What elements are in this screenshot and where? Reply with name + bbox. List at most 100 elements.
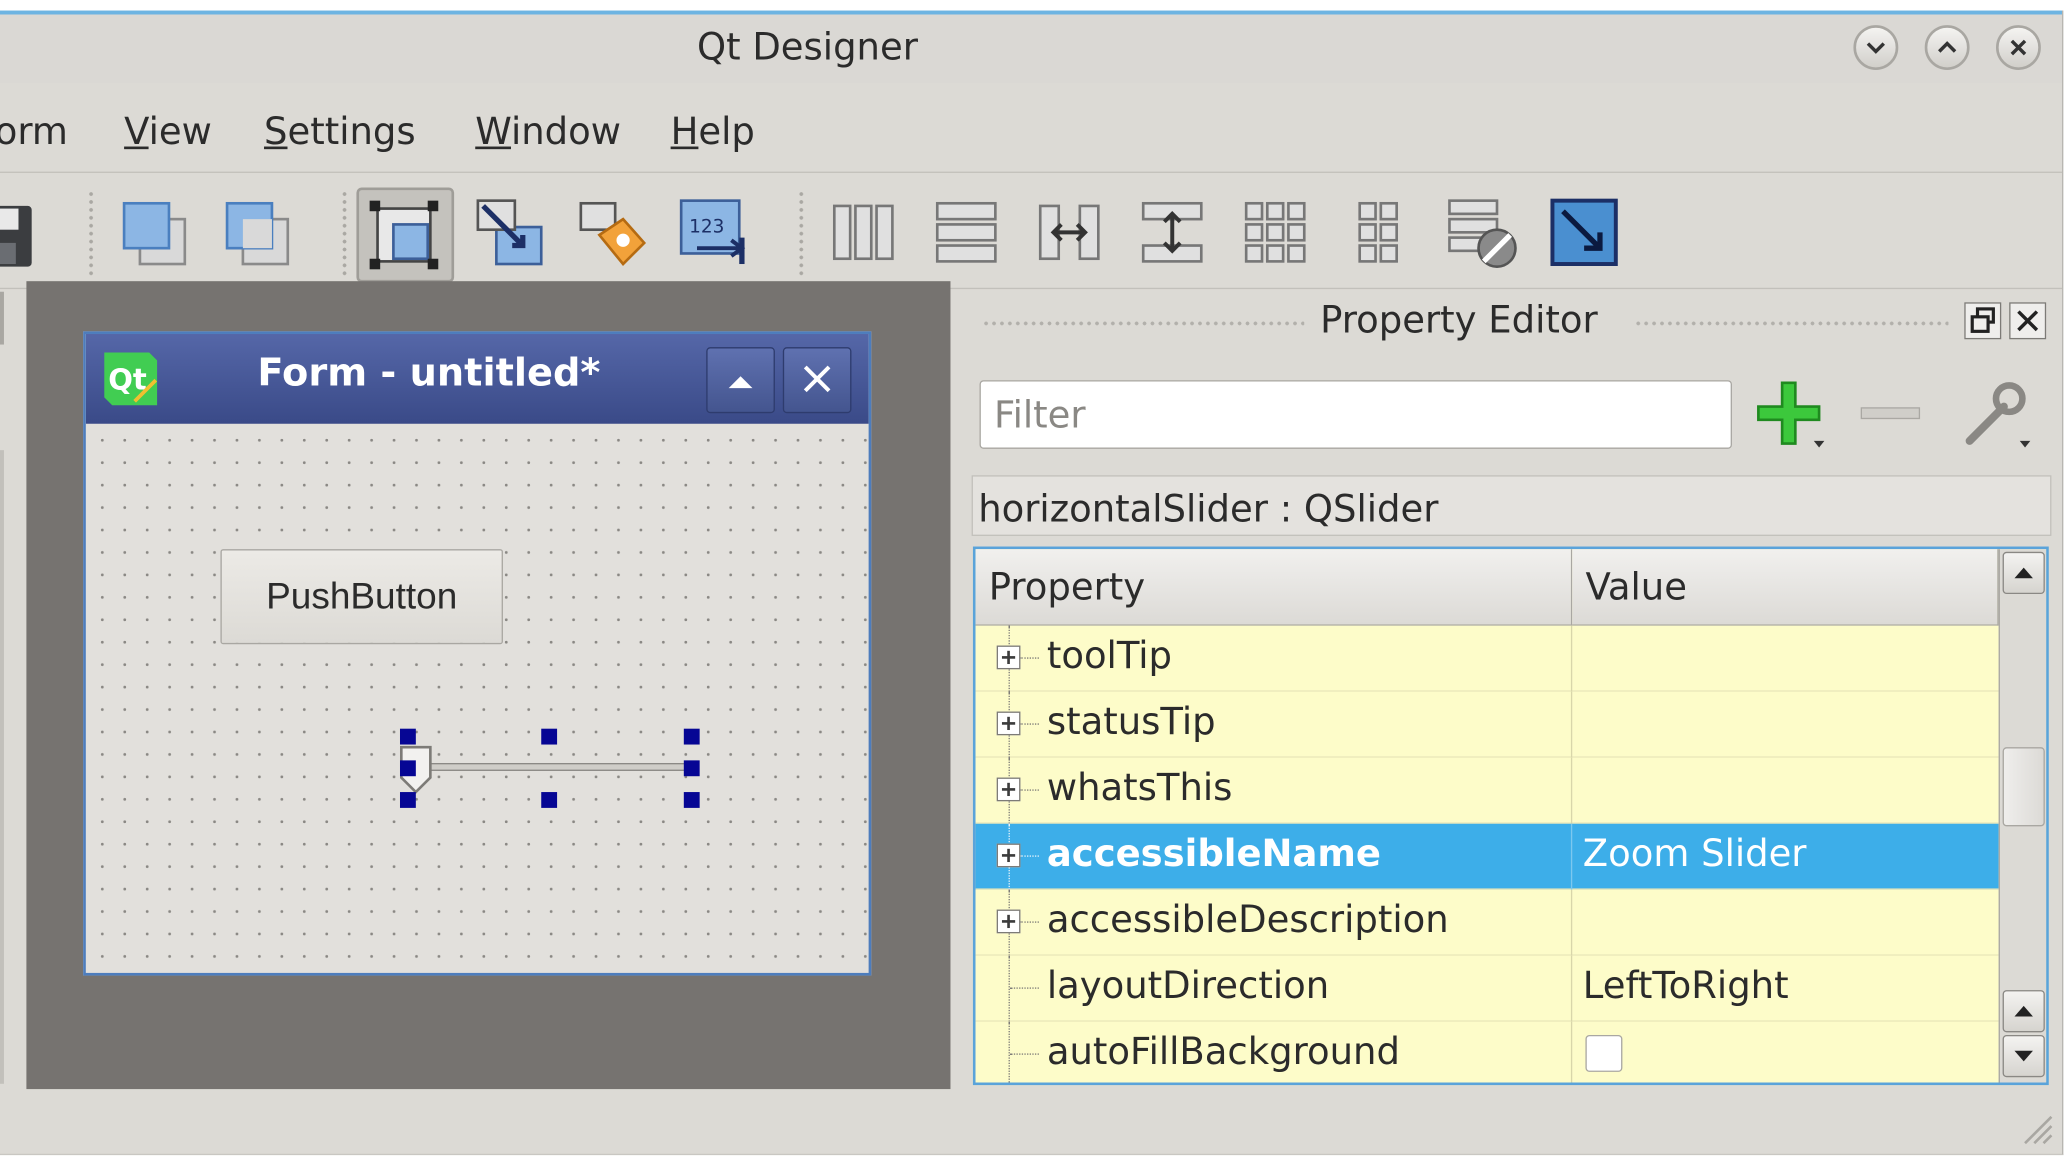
menu-settings[interactable]: Settings — [264, 110, 416, 154]
column-header-value[interactable]: Value — [1572, 549, 1999, 626]
expand-icon[interactable] — [996, 645, 1021, 670]
chevron-down-icon — [1866, 42, 1885, 54]
adjust-size-icon[interactable] — [1542, 190, 1626, 274]
minus-icon — [1860, 407, 1921, 420]
expand-icon[interactable] — [996, 909, 1021, 934]
minimize-button[interactable] — [1853, 25, 1899, 70]
menu-view[interactable]: View — [124, 110, 212, 154]
layout-horizontal-icon[interactable] — [821, 190, 905, 274]
toolbar-grip[interactable] — [87, 190, 96, 278]
toolbar-grip[interactable] — [340, 190, 349, 278]
dock-grip — [982, 319, 1305, 328]
edit-tab-order-icon[interactable]: 123 — [673, 190, 757, 274]
layout-horizontal-splitter-icon[interactable] — [1027, 190, 1111, 274]
svg-text:Qt: Qt — [108, 362, 147, 396]
property-editor-titlebar[interactable]: Property Editor — [980, 296, 1957, 349]
form-close-button[interactable] — [782, 347, 852, 414]
property-table: Property Value toolTip statusTip whatsTh… — [972, 546, 2049, 1086]
selection-handle[interactable] — [399, 760, 416, 777]
main-toolbar: 123 — [0, 174, 2062, 290]
tree-line — [1009, 1053, 1039, 1055]
column-header-property[interactable]: Property — [975, 549, 1573, 626]
layout-form-icon[interactable] — [1336, 190, 1420, 274]
column-divider — [1570, 1021, 1573, 1083]
property-editor-title: Property Editor — [1320, 298, 1598, 342]
layout-grid-icon[interactable] — [1233, 190, 1317, 274]
table-row[interactable]: autoFillBackground — [975, 1021, 1999, 1083]
form-title-bar[interactable]: Qt Form - untitled* — [85, 333, 869, 424]
triangle-up-icon — [728, 376, 753, 389]
auto-fill-background-checkbox[interactable] — [1585, 1034, 1623, 1072]
dock-close-button[interactable] — [2009, 302, 2047, 340]
resize-grip-icon[interactable] — [2017, 1109, 2054, 1146]
dock-float-button[interactable] — [1964, 302, 2002, 340]
plus-icon — [1757, 381, 1825, 448]
selection-handle[interactable] — [683, 792, 700, 808]
break-layout-icon[interactable] — [1439, 190, 1523, 274]
scroll-down-button[interactable] — [2002, 1034, 2045, 1078]
bring-to-front-icon[interactable] — [114, 190, 198, 274]
table-row[interactable]: layoutDirection LeftToRight — [975, 955, 1999, 1022]
remove-property-button[interactable] — [1853, 375, 1930, 452]
menu-help[interactable]: Help — [671, 110, 755, 154]
form-window[interactable]: Qt Form - untitled* PushButton — [83, 331, 872, 976]
column-divider — [1570, 757, 1573, 824]
table-row-selected[interactable]: accessibleName Zoom Slider — [975, 823, 1999, 890]
edit-buddies-icon[interactable] — [570, 190, 654, 274]
scroll-up-button[interactable] — [2002, 990, 2045, 1033]
add-property-button[interactable] — [1750, 375, 1827, 452]
expand-icon[interactable] — [996, 843, 1021, 868]
form-shade-button[interactable] — [706, 347, 775, 414]
selection-handle[interactable] — [399, 792, 416, 808]
close-window-button[interactable] — [1995, 25, 2041, 70]
table-row[interactable]: whatsThis — [975, 757, 1999, 824]
table-row[interactable]: accessibleDescription — [975, 889, 1999, 956]
send-to-back-icon[interactable] — [216, 190, 300, 274]
scrollbar-thumb[interactable] — [2002, 747, 2045, 827]
configure-button[interactable] — [1959, 375, 2036, 452]
selection-handle[interactable] — [683, 728, 700, 745]
expand-icon[interactable] — [996, 711, 1021, 736]
layout-vertical-icon[interactable] — [924, 190, 1008, 274]
triangle-down-icon — [2014, 1050, 2033, 1062]
property-name: statusTip — [1046, 699, 1216, 744]
push-button[interactable]: PushButton — [220, 549, 503, 645]
save-icon[interactable] — [0, 190, 40, 274]
tree-line — [1020, 855, 1039, 857]
tree-line — [1009, 987, 1039, 989]
toolbar-grip[interactable] — [797, 190, 806, 278]
property-name: whatsThis — [1046, 765, 1233, 810]
table-row[interactable]: statusTip — [975, 691, 1999, 758]
left-dock-edge — [0, 291, 11, 1100]
chevron-up-icon — [1938, 41, 1957, 53]
property-table-scrollbar[interactable] — [1998, 549, 2047, 1083]
property-name: layoutDirection — [1046, 963, 1330, 1008]
menu-form[interactable]: orm — [0, 110, 68, 154]
close-icon — [803, 365, 831, 393]
table-row[interactable]: toolTip — [975, 625, 1999, 692]
column-divider — [1570, 823, 1573, 890]
property-value[interactable]: Zoom Slider — [1583, 832, 1807, 876]
menu-window[interactable]: Window — [475, 110, 621, 154]
tree-line — [1020, 921, 1039, 923]
column-divider — [1570, 889, 1573, 956]
filter-input[interactable] — [979, 380, 1732, 449]
menu-bar: orm View Settings Window Help — [0, 92, 2062, 173]
property-value[interactable]: LeftToRight — [1583, 964, 1789, 1008]
qt-logo-icon: Qt — [104, 352, 158, 406]
scroll-up-button[interactable] — [2002, 551, 2045, 595]
layout-vertical-splitter-icon[interactable] — [1130, 190, 1214, 274]
float-icon — [1970, 307, 1995, 333]
selection-handle[interactable] — [399, 728, 416, 745]
horizontal-slider[interactable] — [407, 763, 695, 771]
selection-handle[interactable] — [683, 760, 700, 777]
column-divider — [1570, 625, 1573, 692]
selection-handle[interactable] — [541, 792, 558, 808]
tree-line — [1020, 657, 1039, 659]
maximize-button[interactable] — [1924, 25, 1970, 70]
edit-widgets-icon[interactable] — [356, 187, 455, 283]
selection-handle[interactable] — [541, 728, 558, 745]
edit-signals-slots-icon[interactable] — [467, 190, 551, 274]
property-name: autoFillBackground — [1046, 1029, 1400, 1074]
expand-icon[interactable] — [996, 777, 1021, 802]
